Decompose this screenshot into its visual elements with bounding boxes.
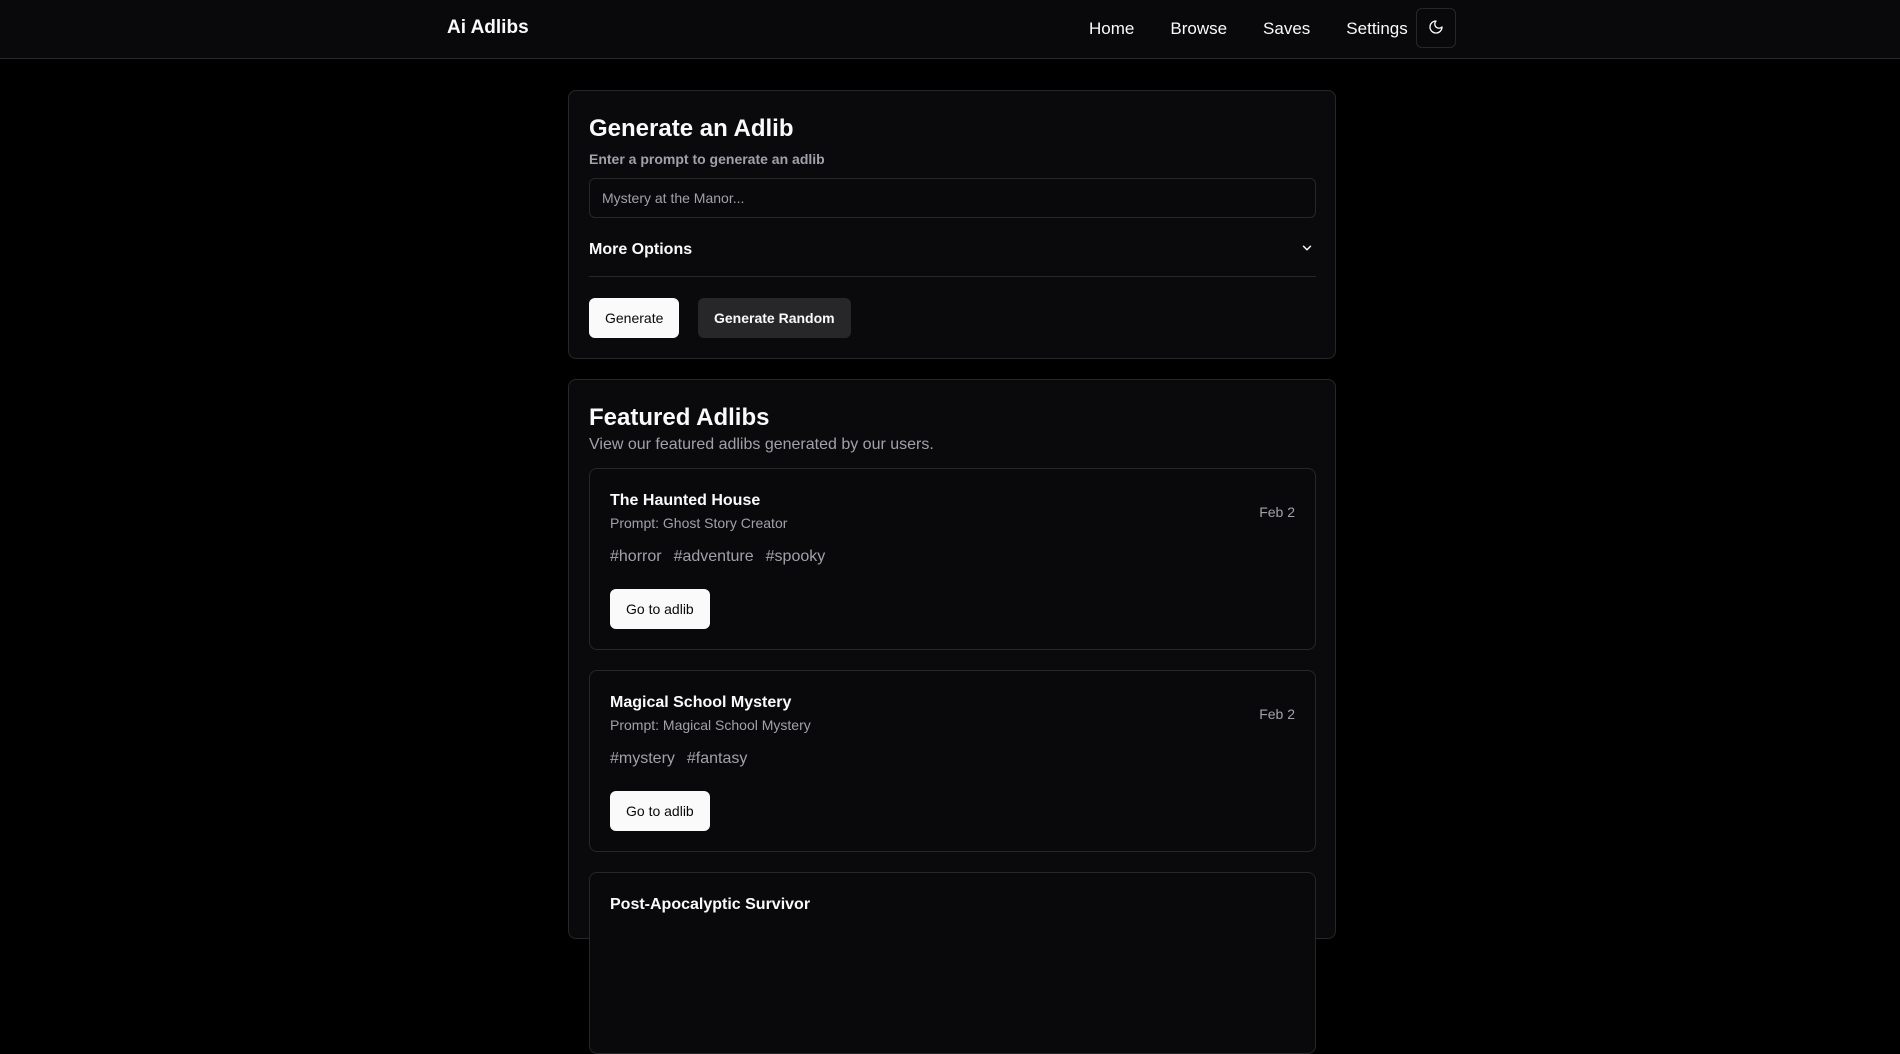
generate-subtitle: Enter a prompt to generate an adlib	[589, 151, 825, 167]
nav-saves-link[interactable]: Saves	[1263, 19, 1310, 38]
nav-browse-link[interactable]: Browse	[1170, 19, 1227, 38]
adlib-prompt: Prompt: Ghost Story Creator	[610, 515, 788, 531]
adlib-tags: #horror #adventure #spooky	[610, 548, 837, 566]
more-options-toggle[interactable]: More Options	[589, 224, 1316, 277]
chevron-down-icon	[1300, 241, 1314, 260]
adlib-tag: #spooky	[765, 548, 826, 565]
adlib-card: The Haunted House Prompt: Ghost Story Cr…	[589, 468, 1316, 650]
generate-title: Generate an Adlib	[589, 115, 794, 142]
brand-logo[interactable]: Ai Adlibs	[447, 17, 529, 39]
nav-home-link[interactable]: Home	[1089, 19, 1134, 38]
go-to-adlib-button[interactable]: Go to adlib	[610, 791, 710, 831]
adlib-tag: #fantasy	[686, 750, 748, 767]
adlib-date: Feb 2	[1259, 706, 1295, 722]
more-options-label: More Options	[589, 241, 693, 258]
adlib-tag: #adventure	[673, 548, 754, 565]
moon-icon	[1428, 19, 1444, 38]
adlib-date: Feb 2	[1259, 504, 1295, 520]
featured-title: Featured Adlibs	[589, 404, 770, 431]
main-nav: Home Browse Saves Settings	[1089, 19, 1444, 38]
adlib-prompt: Prompt: Magical School Mystery	[610, 717, 811, 733]
adlib-tag: #mystery	[610, 750, 675, 767]
theme-toggle-button[interactable]	[1416, 8, 1456, 48]
featured-subtitle: View our featured adlibs generated by ou…	[589, 436, 934, 453]
nav-settings-link[interactable]: Settings	[1346, 19, 1407, 38]
generate-button[interactable]: Generate	[589, 298, 680, 338]
adlib-tags: #mystery #fantasy	[610, 750, 759, 768]
generate-adlib-card: Generate an Adlib Enter a prompt to gene…	[568, 90, 1336, 359]
adlib-title: The Haunted House	[610, 492, 761, 509]
adlib-title: Post-Apocalyptic Survivor	[610, 896, 811, 913]
generate-random-button[interactable]: Generate Random	[698, 298, 851, 338]
go-to-adlib-button[interactable]: Go to adlib	[610, 589, 710, 629]
adlib-title: Magical School Mystery	[610, 694, 792, 711]
adlib-tag: #horror	[610, 548, 662, 565]
top-navbar: Ai Adlibs Home Browse Saves Settings	[0, 0, 1900, 59]
prompt-input[interactable]	[589, 178, 1316, 218]
adlib-card: Post-Apocalyptic Survivor	[589, 872, 1316, 1054]
adlib-card: Magical School Mystery Prompt: Magical S…	[589, 670, 1316, 852]
featured-adlibs-card: Featured Adlibs View our featured adlibs…	[568, 379, 1336, 1054]
